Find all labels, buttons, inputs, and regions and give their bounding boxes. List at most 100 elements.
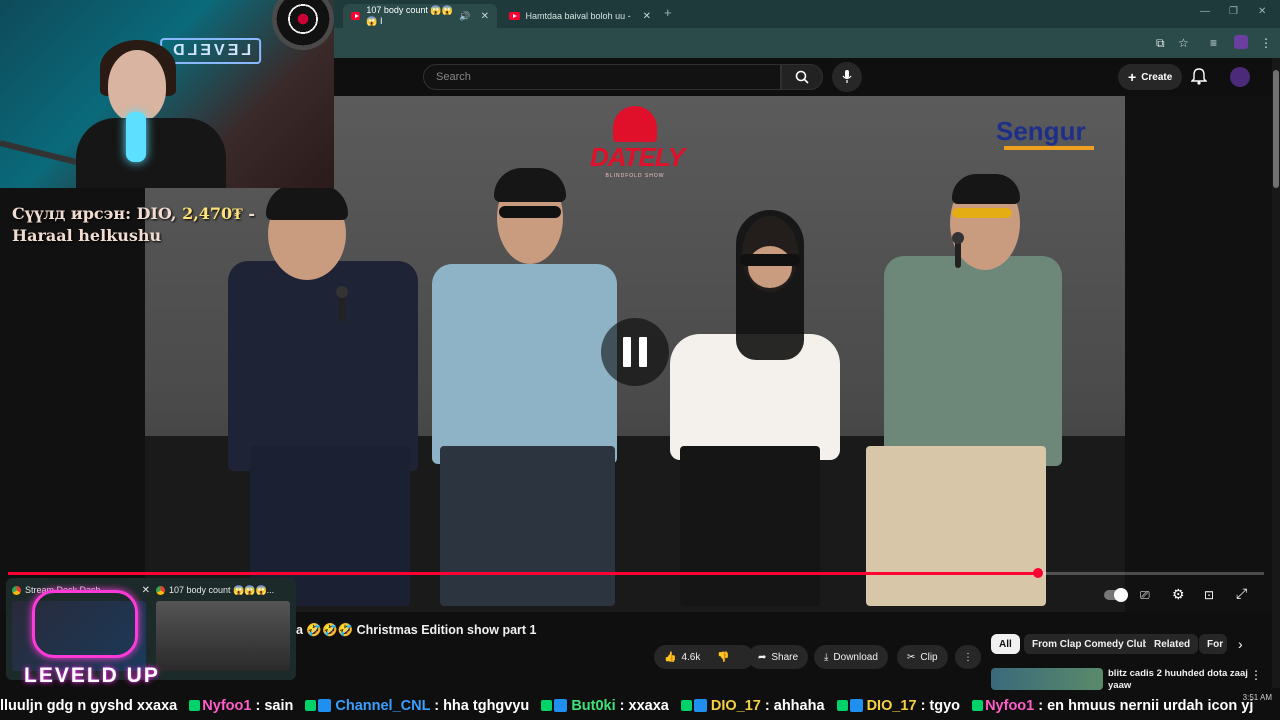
clip-label: Clip bbox=[920, 651, 938, 663]
chat-username: Nyfoo1 bbox=[985, 698, 1035, 714]
speaker-icon: 🔊 bbox=[459, 10, 471, 21]
youtube-favicon-icon bbox=[351, 12, 361, 20]
preview-window-youtube[interactable]: 107 body count 😱😱😱... bbox=[156, 582, 294, 676]
minimize-button[interactable]: — bbox=[1200, 6, 1210, 17]
chat-text: : sain bbox=[255, 698, 294, 714]
chip-all[interactable]: All bbox=[991, 634, 1020, 654]
notifications-bell-icon[interactable] bbox=[1191, 68, 1207, 85]
browser-menu-icon[interactable]: ⋮ bbox=[1260, 36, 1272, 50]
scissors-icon: ✂ bbox=[907, 651, 916, 663]
autoplay-toggle[interactable] bbox=[1104, 588, 1128, 602]
reading-list-icon[interactable]: ≡ bbox=[1210, 36, 1217, 50]
maximize-button[interactable]: ❐ bbox=[1229, 6, 1238, 17]
sponsor-logo: Sengur bbox=[996, 116, 1086, 146]
donation-amount: 2,470₮ bbox=[182, 204, 243, 223]
chat-message: DIO_17 : ahhaha bbox=[673, 698, 825, 714]
streamer-microphone bbox=[126, 112, 146, 162]
settings-gear-icon[interactable]: ⚙ bbox=[1172, 586, 1185, 603]
create-label: Create bbox=[1141, 71, 1173, 83]
more-actions-button[interactable]: ⋮ bbox=[955, 645, 981, 669]
tab-title: 107 body count 😱😱😱 I bbox=[366, 5, 453, 26]
fullscreen-icon[interactable]: ⤢ bbox=[1236, 585, 1247, 602]
voice-search-button[interactable] bbox=[832, 62, 862, 92]
progress-bar[interactable] bbox=[8, 568, 1264, 578]
close-tab-icon[interactable]: ✕ bbox=[481, 11, 489, 22]
tab-active[interactable]: 107 body count 😱😱😱 I 🔊 ✕ bbox=[343, 4, 497, 28]
chat-text: : xxaxa bbox=[619, 698, 669, 714]
recommended-video-thumbnail[interactable] bbox=[991, 668, 1103, 690]
chat-badge-icon bbox=[541, 700, 553, 711]
chat-message: Nyfoo1 : en hmuus nernii urdah icon yj bbox=[964, 698, 1253, 714]
search-input[interactable]: Search bbox=[423, 64, 781, 90]
dartboard-decor bbox=[272, 0, 334, 50]
chat-badge-icon bbox=[680, 700, 692, 711]
download-label: Download bbox=[833, 651, 878, 663]
profile-icon[interactable] bbox=[1234, 35, 1248, 49]
chat-message: Channel_CNL : hha tghgvyu bbox=[297, 698, 529, 714]
donation-prefix: Сүүлд ирсэн: DIO, bbox=[12, 204, 183, 223]
install-app-icon[interactable]: ⧉ bbox=[1156, 36, 1165, 51]
bookmark-star-icon[interactable]: ☆ bbox=[1178, 36, 1189, 50]
chat-username: Channel_CNL bbox=[335, 698, 431, 714]
page-scrollbar[interactable] bbox=[1272, 58, 1280, 688]
chat-username: But0ki bbox=[571, 698, 616, 714]
dately-show-logo: DATELY BLINDFOLD SHOW bbox=[590, 106, 685, 179]
download-icon: ⤓ bbox=[824, 651, 829, 663]
close-window-button[interactable]: ✕ bbox=[1258, 6, 1266, 17]
pause-icon-bar bbox=[639, 337, 647, 367]
pause-button[interactable] bbox=[601, 318, 669, 386]
system-clock: 3:51 AM bbox=[1242, 693, 1272, 702]
chat-sub-badge-icon bbox=[554, 699, 568, 712]
chip-related[interactable]: Related bbox=[1146, 634, 1199, 654]
recommendation-menu-icon[interactable]: ⋮ bbox=[1250, 668, 1262, 682]
chat-badge-icon bbox=[836, 700, 848, 711]
chip-for-you[interactable]: For bbox=[1199, 634, 1227, 654]
chat-ticker: lluuljn gdg n gyshd xxaxa Nyfoo1 : sain … bbox=[0, 693, 1280, 720]
chat-message: But0ki : xxaxa bbox=[533, 698, 669, 714]
like-button[interactable]: 👍 4.6k 👎 bbox=[654, 645, 754, 669]
download-button[interactable]: ⤓ Download bbox=[814, 645, 888, 669]
share-icon: ➦ bbox=[758, 651, 767, 663]
chrome-icon bbox=[156, 585, 165, 595]
chat-text: : hha tghgvyu bbox=[434, 698, 530, 714]
close-tab-icon[interactable]: ✕ bbox=[643, 11, 651, 22]
heart-logo-icon bbox=[613, 106, 657, 142]
chat-username: DIO_17 bbox=[710, 698, 761, 714]
thumbs-down-icon[interactable]: 👎 bbox=[717, 652, 729, 663]
recommended-video-title[interactable]: blitz cadis 2 huuhded dota zaaj yaaw bbox=[1108, 668, 1248, 692]
sponsor-logo-underline bbox=[1004, 146, 1094, 150]
chat-badge-icon bbox=[972, 700, 984, 711]
chat-sub-badge-icon bbox=[693, 699, 707, 712]
chevron-right-icon[interactable]: › bbox=[1238, 636, 1243, 652]
chrome-icon bbox=[12, 585, 21, 595]
scrollbar-thumb[interactable] bbox=[1273, 70, 1279, 188]
create-button[interactable]: + Create bbox=[1118, 64, 1183, 90]
account-avatar[interactable] bbox=[1230, 67, 1250, 87]
screen: 107 body count 😱😱😱 I 🔊 ✕ Hamtdaa baival … bbox=[0, 0, 1280, 720]
search-icon bbox=[795, 70, 809, 84]
chat-text: : en hmuus nernii urdah icon yj bbox=[1038, 698, 1254, 714]
new-tab-button[interactable]: + bbox=[664, 5, 672, 20]
miniplayer-icon[interactable]: ⊡ bbox=[1204, 588, 1214, 602]
chat-message: Nyfoo1 : sain bbox=[181, 698, 293, 714]
chat-username: Nyfoo1 bbox=[202, 698, 252, 714]
progress-scrubber[interactable] bbox=[1032, 568, 1043, 578]
chat-message: lluuljn gdg n gyshd xxaxa bbox=[0, 698, 177, 714]
plus-icon: + bbox=[1128, 69, 1137, 85]
chat-text: lluuljn gdg n gyshd xxaxa bbox=[0, 698, 178, 714]
leveld-up-logo: LEVELD UP bbox=[24, 664, 160, 687]
close-preview-icon[interactable]: ✕ bbox=[142, 585, 150, 596]
clip-button[interactable]: ✂ Clip bbox=[897, 645, 948, 669]
captions-icon[interactable]: ⎚ bbox=[1140, 588, 1150, 603]
more-actions-icon: ⋮ bbox=[963, 651, 973, 663]
thumbs-up-icon: 👍 bbox=[664, 651, 677, 663]
tab-inactive[interactable]: Hamtdaa baival boloh uu - You ✕ bbox=[501, 4, 659, 28]
chat-username: DIO_17 bbox=[866, 698, 917, 714]
neon-sign: LEVELD bbox=[160, 38, 262, 64]
chat-sub-badge-icon bbox=[849, 699, 863, 712]
chip-from-channel[interactable]: From Clap Comedy Club bbox=[1024, 634, 1157, 654]
last-donation-alert: Сүүлд ирсэн: DIO, 2,470₮ - Haraal helkus… bbox=[12, 203, 262, 247]
chat-badge-icon bbox=[305, 700, 317, 711]
share-button[interactable]: ➦ Share bbox=[748, 645, 809, 669]
search-button[interactable] bbox=[781, 64, 823, 90]
